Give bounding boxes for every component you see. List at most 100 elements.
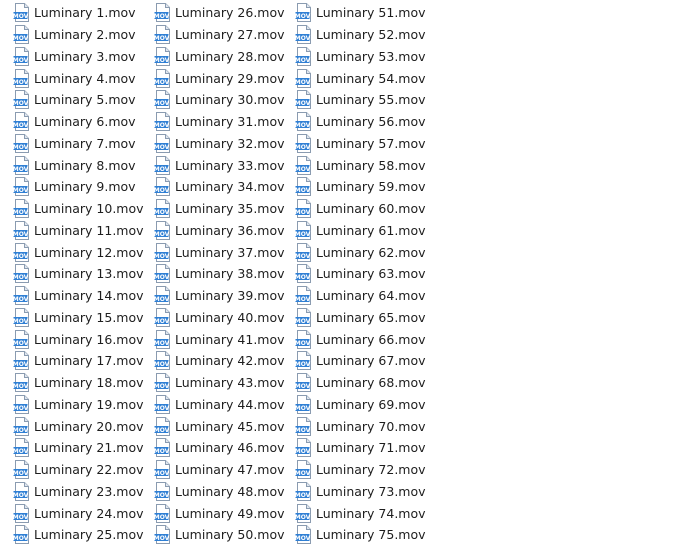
mov-file-icon: MOV — [13, 481, 29, 501]
file-item[interactable]: MOV Luminary 50.mov — [154, 524, 285, 546]
svg-text:MOV: MOV — [13, 100, 29, 107]
svg-text:MOV: MOV — [154, 13, 170, 20]
file-item[interactable]: MOV Luminary 20.mov — [13, 415, 144, 437]
file-item[interactable]: MOV Luminary 36.mov — [154, 220, 285, 242]
file-item[interactable]: MOV Luminary 66.mov — [295, 328, 426, 350]
file-item[interactable]: MOV Luminary 38.mov — [154, 263, 285, 285]
file-item[interactable]: MOV Luminary 45.mov — [154, 415, 285, 437]
file-item[interactable]: MOV Luminary 11.mov — [13, 220, 144, 242]
file-item[interactable]: MOV Luminary 55.mov — [295, 89, 426, 111]
file-item[interactable]: MOV Luminary 26.mov — [154, 2, 285, 24]
file-item[interactable]: MOV Luminary 3.mov — [13, 46, 144, 68]
svg-text:MOV: MOV — [154, 514, 170, 521]
file-item[interactable]: MOV Luminary 21.mov — [13, 437, 144, 459]
mov-file-icon: MOV — [295, 481, 311, 501]
file-item[interactable]: MOV Luminary 64.mov — [295, 285, 426, 307]
file-item[interactable]: MOV Luminary 19.mov — [13, 394, 144, 416]
file-item[interactable]: MOV Luminary 2.mov — [13, 24, 144, 46]
file-item[interactable]: MOV Luminary 43.mov — [154, 372, 285, 394]
file-item[interactable]: MOV Luminary 60.mov — [295, 198, 426, 220]
file-name: Luminary 52.mov — [316, 27, 426, 43]
file-item[interactable]: MOV Luminary 71.mov — [295, 437, 426, 459]
file-item[interactable]: MOV Luminary 75.mov — [295, 524, 426, 546]
svg-text:MOV: MOV — [13, 427, 29, 434]
mov-file-icon: MOV — [13, 525, 29, 545]
file-item[interactable]: MOV Luminary 72.mov — [295, 459, 426, 481]
file-item[interactable]: MOV Luminary 29.mov — [154, 67, 285, 89]
file-item[interactable]: MOV Luminary 28.mov — [154, 46, 285, 68]
mov-file-icon: MOV — [13, 46, 29, 66]
mov-file-icon: MOV — [13, 307, 29, 327]
file-item[interactable]: MOV Luminary 27.mov — [154, 24, 285, 46]
file-item[interactable]: MOV Luminary 10.mov — [13, 198, 144, 220]
file-name: Luminary 31.mov — [175, 114, 285, 130]
svg-text:MOV: MOV — [295, 57, 311, 64]
file-item[interactable]: MOV Luminary 31.mov — [154, 111, 285, 133]
file-item[interactable]: MOV Luminary 52.mov — [295, 24, 426, 46]
file-item[interactable]: MOV Luminary 67.mov — [295, 350, 426, 372]
file-item[interactable]: MOV Luminary 40.mov — [154, 307, 285, 329]
mov-file-icon: MOV — [295, 503, 311, 523]
file-name: Luminary 2.mov — [34, 27, 136, 43]
file-item[interactable]: MOV Luminary 48.mov — [154, 481, 285, 503]
mov-file-icon: MOV — [13, 199, 29, 219]
svg-text:MOV: MOV — [295, 209, 311, 216]
file-item[interactable]: MOV Luminary 33.mov — [154, 154, 285, 176]
file-item[interactable]: MOV Luminary 63.mov — [295, 263, 426, 285]
file-item[interactable]: MOV Luminary 34.mov — [154, 176, 285, 198]
mov-file-icon: MOV — [13, 112, 29, 132]
file-item[interactable]: MOV Luminary 1.mov — [13, 2, 144, 24]
file-item[interactable]: MOV Luminary 14.mov — [13, 285, 144, 307]
file-item[interactable]: MOV Luminary 24.mov — [13, 502, 144, 524]
file-item[interactable]: MOV Luminary 15.mov — [13, 307, 144, 329]
svg-text:MOV: MOV — [13, 13, 29, 20]
file-item[interactable]: MOV Luminary 62.mov — [295, 241, 426, 263]
file-item[interactable]: MOV Luminary 51.mov — [295, 2, 426, 24]
svg-text:MOV: MOV — [13, 383, 29, 390]
file-item[interactable]: MOV Luminary 23.mov — [13, 481, 144, 503]
file-item[interactable]: MOV Luminary 22.mov — [13, 459, 144, 481]
file-item[interactable]: MOV Luminary 65.mov — [295, 307, 426, 329]
file-item[interactable]: MOV Luminary 70.mov — [295, 415, 426, 437]
file-item[interactable]: MOV Luminary 37.mov — [154, 241, 285, 263]
file-item[interactable]: MOV Luminary 56.mov — [295, 111, 426, 133]
file-item[interactable]: MOV Luminary 57.mov — [295, 133, 426, 155]
file-item[interactable]: MOV Luminary 44.mov — [154, 394, 285, 416]
file-item[interactable]: MOV Luminary 7.mov — [13, 133, 144, 155]
file-item[interactable]: MOV Luminary 49.mov — [154, 502, 285, 524]
file-item[interactable]: MOV Luminary 12.mov — [13, 241, 144, 263]
file-item[interactable]: MOV Luminary 13.mov — [13, 263, 144, 285]
file-item[interactable]: MOV Luminary 53.mov — [295, 46, 426, 68]
file-item[interactable]: MOV Luminary 58.mov — [295, 154, 426, 176]
file-item[interactable]: MOV Luminary 18.mov — [13, 372, 144, 394]
file-item[interactable]: MOV Luminary 30.mov — [154, 89, 285, 111]
file-item[interactable]: MOV Luminary 5.mov — [13, 89, 144, 111]
file-name: Luminary 33.mov — [175, 157, 285, 173]
file-item[interactable]: MOV Luminary 68.mov — [295, 372, 426, 394]
file-item[interactable]: MOV Luminary 17.mov — [13, 350, 144, 372]
file-item[interactable]: MOV Luminary 16.mov — [13, 328, 144, 350]
file-item[interactable]: MOV Luminary 73.mov — [295, 481, 426, 503]
file-item[interactable]: MOV Luminary 42.mov — [154, 350, 285, 372]
file-name: Luminary 56.mov — [316, 114, 426, 130]
file-item[interactable]: MOV Luminary 4.mov — [13, 67, 144, 89]
file-item[interactable]: MOV Luminary 6.mov — [13, 111, 144, 133]
file-item[interactable]: MOV Luminary 32.mov — [154, 133, 285, 155]
file-item[interactable]: MOV Luminary 35.mov — [154, 198, 285, 220]
file-item[interactable]: MOV Luminary 47.mov — [154, 459, 285, 481]
file-item[interactable]: MOV Luminary 41.mov — [154, 328, 285, 350]
file-item[interactable]: MOV Luminary 54.mov — [295, 67, 426, 89]
file-item[interactable]: MOV Luminary 69.mov — [295, 394, 426, 416]
svg-text:MOV: MOV — [13, 144, 29, 151]
file-item[interactable]: MOV Luminary 46.mov — [154, 437, 285, 459]
file-item[interactable]: MOV Luminary 74.mov — [295, 502, 426, 524]
file-item[interactable]: MOV Luminary 61.mov — [295, 220, 426, 242]
file-name: Luminary 41.mov — [175, 331, 285, 347]
file-item[interactable]: MOV Luminary 39.mov — [154, 285, 285, 307]
file-name: Luminary 10.mov — [34, 201, 144, 217]
file-item[interactable]: MOV Luminary 9.mov — [13, 176, 144, 198]
mov-file-icon: MOV — [295, 68, 311, 88]
file-item[interactable]: MOV Luminary 8.mov — [13, 154, 144, 176]
file-item[interactable]: MOV Luminary 25.mov — [13, 524, 144, 546]
file-item[interactable]: MOV Luminary 59.mov — [295, 176, 426, 198]
